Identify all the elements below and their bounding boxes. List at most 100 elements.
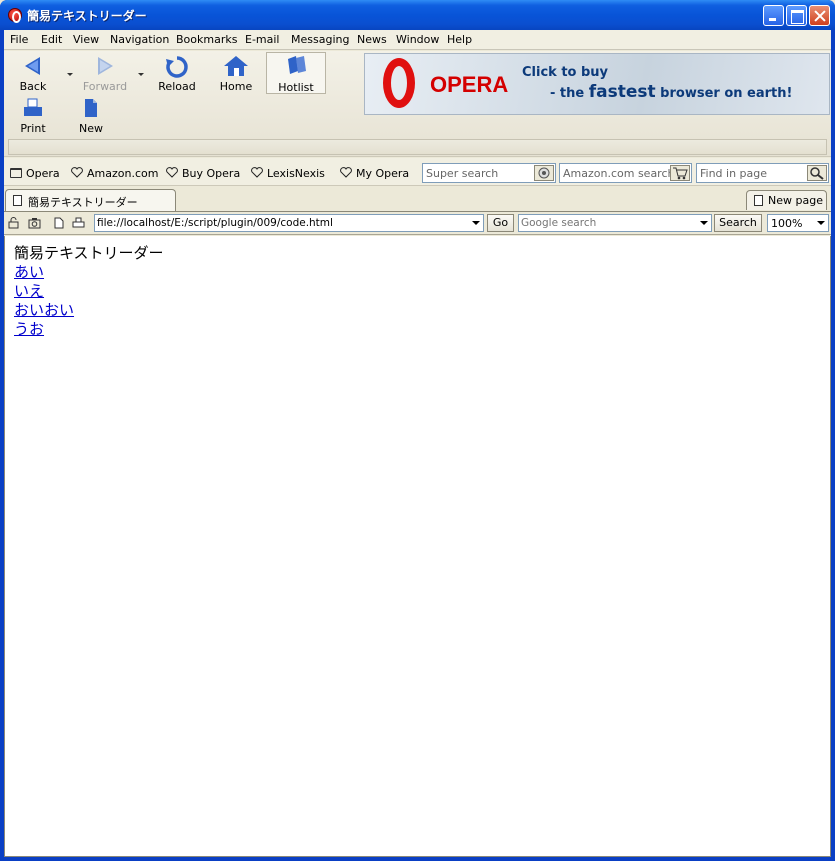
opera-logo-icon [383,58,415,108]
camera-icon[interactable] [28,217,41,229]
url-history-dropdown[interactable] [469,215,483,231]
find-in-page-field[interactable]: Find in page [696,163,829,183]
personal-item-my-opera[interactable]: My Opera [340,167,409,180]
hotlist-button[interactable]: Hotlist [266,52,326,94]
google-search-input[interactable] [521,216,696,230]
progress-bar [8,139,827,155]
address-field[interactable] [94,214,484,232]
page-info-icon[interactable] [52,217,65,229]
shopping-cart-icon [673,167,688,180]
reload-label: Reload [158,80,196,93]
menu-navigation[interactable]: Navigation [110,33,169,46]
banner-line2-suffix: browser on earth! [660,86,793,101]
find-in-page-button[interactable] [807,165,827,181]
menu-view[interactable]: View [73,33,99,46]
menu-messaging[interactable]: Messaging [291,33,349,46]
menu-news[interactable]: News [357,33,387,46]
text-link-3[interactable]: おいおい [14,301,74,320]
tab-bar: 簡易テキストリーダー New page [4,187,831,211]
forward-button[interactable]: Forward [77,52,133,94]
personal-item-opera-label: Opera [26,167,60,180]
maximize-button[interactable] [786,5,807,26]
printer-icon [24,98,42,116]
personal-item-amazon-label: Amazon.com [87,167,159,180]
personal-item-my-opera-label: My Opera [356,167,410,180]
browser-window: 簡易テキストリーダー File Edit View Navigation Boo… [0,0,835,861]
print-small-icon[interactable] [72,217,85,229]
menu-window[interactable]: Window [396,33,439,46]
heart-icon [251,167,263,178]
new-page-tab-icon [754,195,763,206]
menu-edit[interactable]: Edit [41,33,62,46]
text-link-2[interactable]: いえ [14,282,44,301]
zoom-select[interactable]: 100% [767,214,829,232]
close-button[interactable] [809,5,830,26]
banner-line2-bold: fastest [588,82,656,102]
title-bar[interactable]: 簡易テキストリーダー [0,0,835,30]
reload-button[interactable]: Reload [149,52,205,94]
back-history-dropdown[interactable] [67,73,73,76]
menu-bar: File Edit View Navigation Bookmarks E-ma… [4,30,831,50]
heart-icon [166,167,178,178]
amazon-search-field[interactable]: Amazon.com search [559,163,692,183]
document-body: 簡易テキストリーダー あい いえ おいおい うお [14,244,164,339]
amazon-search-button[interactable] [670,165,690,181]
banner-line2: - the fastest browser on earth! [550,82,792,102]
personal-item-amazon[interactable]: Amazon.com [71,167,158,180]
menu-bookmarks[interactable]: Bookmarks [176,33,237,46]
page-heading: 簡易テキストリーダー [14,244,164,262]
tab-title: 簡易テキストリーダー [28,196,138,209]
personal-item-buy-opera[interactable]: Buy Opera [166,167,240,180]
zoom-value: 100% [771,217,803,230]
url-input[interactable] [97,216,467,230]
menu-email[interactable]: E-mail [245,33,280,46]
back-button[interactable]: Back [5,52,61,94]
menu-file[interactable]: File [10,33,28,46]
opera-ad-banner[interactable]: OPERA Click to buy - the fastest browser… [364,53,830,115]
personal-bar: Opera Amazon.com Buy Opera LexisNexis My… [4,158,831,186]
find-in-page-placeholder: Find in page [700,167,768,180]
super-search-field[interactable]: Super search [422,163,556,183]
search-engine-dropdown[interactable] [697,215,711,231]
text-link-4[interactable]: うお [14,320,44,339]
folder-icon [10,168,22,178]
new-page-toolbar-button[interactable]: New [63,94,119,136]
personal-item-opera[interactable]: Opera [10,167,60,180]
new-page-tab-button[interactable]: New page [746,190,827,210]
reload-icon [166,56,188,78]
personal-item-lexisnexis-label: LexisNexis [267,167,325,180]
back-arrow-icon [25,57,40,75]
minimize-button[interactable] [763,5,784,26]
banner-line1: Click to buy [522,65,609,80]
new-page-label: New page [768,194,823,207]
text-link-1[interactable]: あい [14,263,44,282]
page-icon [13,195,22,206]
personal-item-lexisnexis[interactable]: LexisNexis [251,167,325,180]
forward-label: Forward [82,80,128,93]
address-bar: Go Search 100% [4,211,831,235]
security-lock-icon[interactable] [7,217,20,229]
heart-icon [340,167,352,178]
google-search-field[interactable] [518,214,712,232]
amazon-search-placeholder: Amazon.com search [563,167,675,180]
menu-help[interactable]: Help [447,33,472,46]
print-button[interactable]: Print [5,94,61,136]
banner-brand: OPERA [430,72,509,97]
home-label: Home [219,80,253,93]
opera-app-icon[interactable] [8,8,22,23]
forward-history-dropdown[interactable] [138,73,144,76]
browser-client: File Edit View Navigation Bookmarks E-ma… [4,30,831,857]
main-toolbar: Back Forward Reload Home Hotlist Print N… [4,51,831,157]
zoom-dropdown[interactable] [814,215,828,231]
new-label: New [79,122,103,135]
super-search-button[interactable] [534,165,554,181]
back-label: Back [19,80,47,93]
search-button[interactable]: Search [714,214,762,232]
page-viewport: 簡易テキストリーダー あい いえ おいおい うお [4,236,831,857]
magnifier-icon [810,167,824,180]
tab-active[interactable]: 簡易テキストリーダー [5,189,176,211]
hotlist-icon [288,56,306,74]
banner-line2-prefix: - the [550,86,585,101]
home-button[interactable]: Home [208,52,264,94]
go-button[interactable]: Go [487,214,514,232]
